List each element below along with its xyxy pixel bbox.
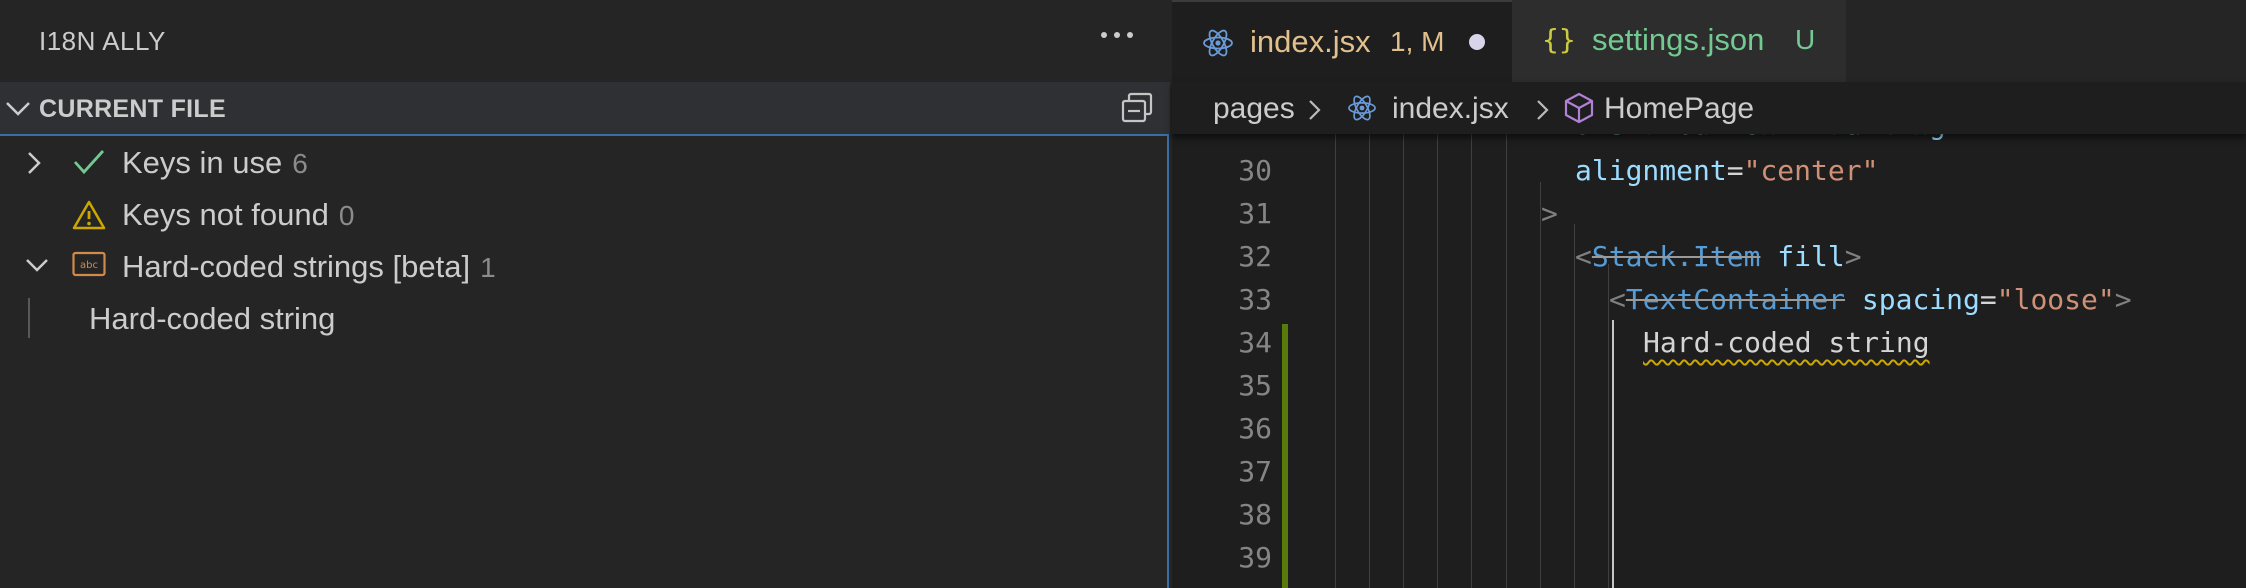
tab-filename: index.jsx [1250, 24, 1371, 59]
breadcrumb-pages[interactable]: pages [1213, 92, 1295, 126]
ellipsis-icon [1101, 32, 1133, 38]
code-line-34: Hard-coded string [1643, 326, 1930, 359]
code-line-31: > [1541, 197, 1558, 230]
punct-token: > [1541, 197, 1558, 230]
breadcrumb: pages index.jsx HomePage [1172, 82, 2246, 134]
attr-token: spacing [1845, 283, 1980, 316]
sidebar-title: I18N ALLY [39, 26, 166, 56]
punct-token: > [1844, 240, 1862, 273]
string-token: "center" [1743, 154, 1879, 187]
code-editor[interactable]: distribution="trailing" 30 31 32 33 34 3… [1172, 134, 2246, 588]
line-number: 34 [1238, 326, 1272, 359]
tree-item-keys-not-found[interactable]: Keys not found 0 [0, 188, 1166, 240]
punct-token: < [1575, 240, 1592, 273]
json-braces-icon: {} [1542, 23, 1576, 56]
symbol-component-icon [1564, 92, 1594, 124]
tree-item-label: Hard-coded string [89, 301, 336, 336]
editor-tab-bar: index.jsx 1, M {} settings.json U [1172, 0, 2246, 82]
line-number: 36 [1238, 412, 1272, 445]
active-indent-guide [1612, 320, 1614, 588]
collapse-all-button[interactable] [1120, 90, 1156, 126]
svg-text:abc: abc [80, 260, 98, 271]
tree-item-hard-coded-strings[interactable]: abc Hard-coded strings [beta] 1 [0, 240, 1166, 292]
punct-token: > [2114, 283, 2132, 316]
indent-guide [1437, 134, 1438, 588]
indent-guide [1506, 134, 1507, 588]
tab-index-jsx[interactable]: index.jsx 1, M [1172, 0, 1512, 82]
line-number: 30 [1238, 154, 1272, 187]
indent-guide [1574, 224, 1575, 588]
breadcrumb-index-jsx[interactable]: index.jsx [1392, 92, 1509, 126]
chevron-right-icon [1537, 100, 1549, 120]
warning-icon [72, 200, 106, 230]
editor-area: index.jsx 1, M {} settings.json U pages … [1172, 0, 2246, 588]
check-icon [73, 150, 105, 175]
tree-item-hard-coded-string[interactable]: Hard-coded string [0, 292, 1166, 344]
deprecated-tag-token: Stack.Item [1591, 240, 1761, 273]
indent-guide [1403, 134, 1404, 588]
chevron-right-icon [1309, 100, 1321, 120]
eq-token: = [1979, 283, 1997, 316]
abc-string-icon: abc [72, 251, 106, 277]
line-number: 37 [1238, 455, 1272, 488]
tree-item-label: Keys not found [122, 197, 329, 232]
tab-status-badge: U [1795, 24, 1816, 55]
indent-guide [1540, 182, 1541, 588]
chevron-down-icon [6, 102, 30, 116]
punct-token: < [1609, 283, 1626, 316]
line-number: 32 [1238, 240, 1272, 273]
unsaved-dot-icon[interactable] [1469, 34, 1485, 50]
current-file-section-header[interactable]: CURRENT FILE [0, 82, 1170, 134]
more-actions-button[interactable] [1096, 14, 1138, 56]
code-line-32: <Stack.Item fill> [1575, 240, 1862, 273]
indent-guide [1471, 134, 1472, 588]
attr-token: alignment [1575, 154, 1727, 187]
tree-item-label: Keys in use [122, 145, 283, 180]
current-file-tree: Keys in use 6 Keys not found 0 abc Hard-co… [0, 134, 1169, 588]
tab-filename: settings.json [1592, 22, 1765, 57]
code-line-partial: distribution="trailing" [1575, 134, 1963, 141]
section-title: CURRENT FILE [39, 95, 226, 123]
tree-item-count: 6 [292, 148, 308, 179]
line-number: 33 [1238, 283, 1272, 316]
line-number: 35 [1238, 369, 1272, 402]
hard-coded-string-warning[interactable]: Hard-coded string [1643, 326, 1930, 359]
tree-item-label: Hard-coded strings [beta] [122, 249, 471, 284]
tab-settings-json[interactable]: {} settings.json U [1512, 0, 1847, 82]
line-number: 31 [1238, 197, 1272, 230]
indent-guide [28, 298, 30, 338]
indent-guide [1335, 134, 1336, 588]
eq-token: = [1726, 154, 1744, 187]
git-added-change-bar[interactable] [1282, 324, 1288, 588]
sidebar-header: I18N ALLY [0, 0, 1170, 82]
string-token: "loose" [1996, 283, 2115, 316]
tree-item-count: 0 [338, 200, 355, 231]
tree-item-keys-in-use[interactable]: Keys in use 6 [0, 136, 1166, 188]
line-number: 38 [1238, 498, 1272, 531]
breadcrumb-homepage[interactable]: HomePage [1604, 92, 1754, 126]
react-icon [1348, 95, 1376, 121]
collapse-all-icon [1121, 92, 1153, 123]
tree-item-count: 1 [480, 252, 496, 283]
indent-guide [1369, 134, 1370, 588]
chevron-down-icon [26, 259, 48, 272]
attr-token: fill [1760, 240, 1845, 273]
i18n-ally-sidebar: I18N ALLY CURRENT FILE Keys in use 6 Key… [0, 0, 1170, 588]
deprecated-tag-token: TextContainer [1625, 283, 1846, 316]
code-line-30: alignment="center" [1575, 154, 1878, 187]
line-number: 39 [1238, 541, 1272, 574]
code-line-33: <TextContainer spacing="loose"> [1609, 283, 2132, 316]
tab-status-badge: 1, M [1390, 26, 1445, 57]
chevron-right-icon [28, 152, 41, 174]
react-icon [1203, 29, 1233, 57]
